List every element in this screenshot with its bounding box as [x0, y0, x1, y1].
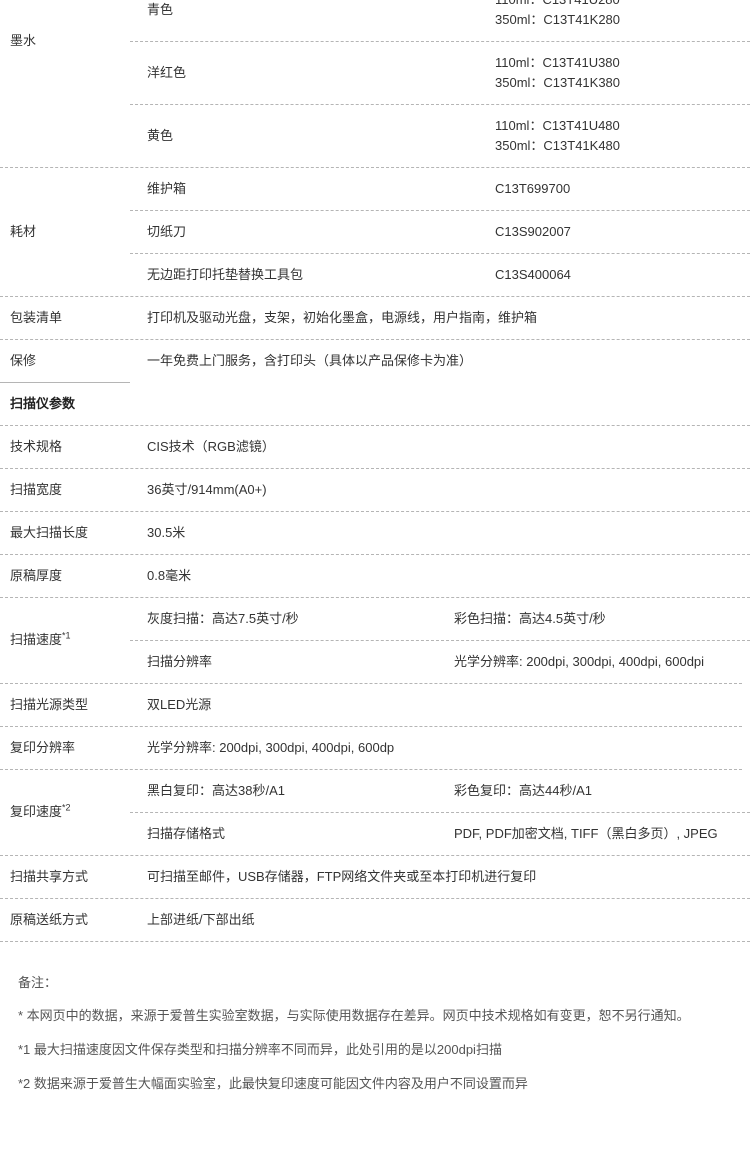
package-label: 包装清单 — [10, 310, 63, 325]
feed-label: 原稿送纸方式 — [10, 912, 89, 927]
scan-width-label: 扫描宽度 — [10, 482, 63, 497]
scan-speed-color: 彩色扫描：高达4.5英寸/秒 — [454, 611, 606, 626]
ink-magenta-code-350: 350ml：C13T41K380 — [495, 75, 621, 90]
light-source-label: 扫描光源类型 — [10, 697, 89, 712]
share-value: 可扫描至邮件，USB存储器，FTP网络文件夹或至本打印机进行复印 — [147, 869, 537, 884]
copy-speed-bw: 黑白复印：高达38秒/A1 — [147, 783, 285, 798]
consumable-borderless-kit: 无边距打印托垫替换工具包 — [147, 267, 304, 282]
consumable-maintenance-box: 维护箱 — [147, 181, 187, 196]
ink-cyan-code-350: 350ml：C13T41K280 — [495, 12, 621, 27]
copy-speed-label: 复印速度*2 — [10, 802, 71, 819]
ink-yellow-code-110: 110ml：C13T41U480 — [495, 118, 620, 133]
scan-resolution-label: 扫描分辨率 — [147, 654, 213, 669]
share-label: 扫描共享方式 — [10, 869, 89, 884]
consumable-cutter: 切纸刀 — [147, 224, 187, 239]
feed-value: 上部进纸/下部出纸 — [147, 912, 255, 927]
ink-cyan-code-110: 110ml：C13T41U280 — [495, 0, 620, 10]
package-value: 打印机及驱动光盘，支架，初始化墨盒，电源线，用户指南，维护箱 — [147, 310, 538, 325]
tech-value: CIS技术（RGB滤镜） — [147, 439, 275, 454]
warranty-label: 保修 — [10, 353, 37, 368]
consumable-borderless-kit-code: C13S400064 — [495, 267, 571, 282]
tech-label: 技术规格 — [10, 439, 63, 454]
note-line-2: *2 数据来源于爱普生大幅面实验室，此最快复印速度可能因文件内容及用户不同设置而… — [18, 1076, 528, 1091]
ink-magenta-code-110: 110ml：C13T41U380 — [495, 55, 620, 70]
scan-speed-gray: 灰度扫描：高达7.5英寸/秒 — [147, 611, 299, 626]
warranty-value: 一年免费上门服务，含打印头（具体以产品保修卡为准） — [147, 353, 473, 368]
storage-format-label: 扫描存储格式 — [147, 826, 226, 841]
scan-width-value: 36英寸/914mm(A0+) — [147, 482, 267, 497]
note-line-general: * 本网页中的数据，来源于爱普生实验室数据，与实际使用数据存在差异。网页中技术规… — [18, 1008, 690, 1023]
scanner-section-title: 扫描仪参数 — [10, 396, 76, 411]
storage-format-value: PDF, PDF加密文档, TIFF（黑白多页）, JPEG — [454, 826, 718, 841]
ink-yellow-code-350: 350ml：C13T41K480 — [495, 138, 621, 153]
scan-resolution-value: 光学分辨率: 200dpi, 300dpi, 400dpi, 600dpi — [454, 654, 705, 669]
copy-resolution-value: 光学分辨率: 200dpi, 300dpi, 400dpi, 600dp — [147, 740, 395, 755]
scan-speed-footnote-mark: *1 — [62, 630, 71, 641]
light-source-value: 双LED光源 — [147, 697, 212, 712]
thickness-value: 0.8毫米 — [147, 568, 192, 583]
consumable-cutter-code: C13S902007 — [495, 224, 571, 239]
notes-title: 备注： — [18, 975, 58, 990]
note-line-1: *1 最大扫描速度因文件保存类型和扫描分辨率不同而异，此处引用的是以200dpi… — [18, 1042, 502, 1057]
consumables-label: 耗材 — [10, 224, 37, 239]
ink-cyan-name: 青色 — [147, 2, 174, 17]
copy-speed-color: 彩色复印：高达44秒/A1 — [454, 783, 592, 798]
copy-resolution-label: 复印分辨率 — [10, 740, 76, 755]
ink-label: 墨水 — [10, 33, 37, 48]
copy-speed-footnote-mark: *2 — [62, 802, 71, 813]
max-length-value: 30.5米 — [147, 525, 186, 540]
scan-speed-label: 扫描速度*1 — [10, 630, 71, 647]
ink-magenta-name: 洋红色 — [147, 65, 187, 80]
thickness-label: 原稿厚度 — [10, 568, 63, 583]
consumable-maintenance-box-code: C13T699700 — [495, 181, 571, 196]
ink-yellow-name: 黄色 — [147, 128, 174, 143]
max-length-label: 最大扫描长度 — [10, 525, 89, 540]
